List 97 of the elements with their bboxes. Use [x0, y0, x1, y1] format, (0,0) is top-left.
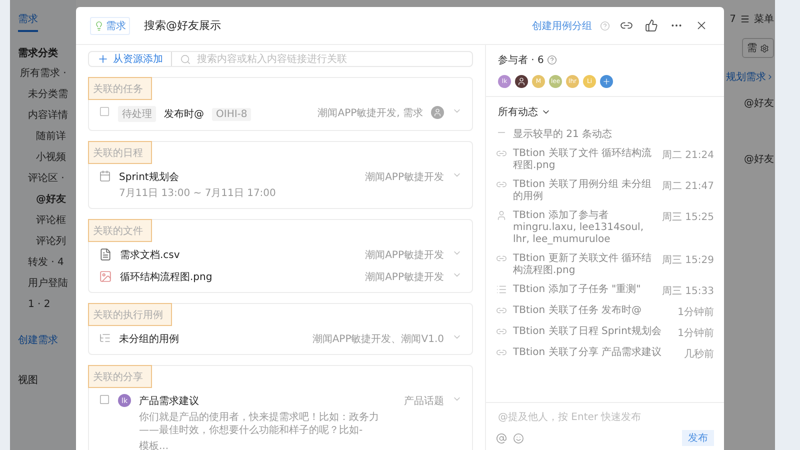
- bulb-icon: [94, 20, 104, 30]
- project-name: 潮闻APP敏捷开发, 需求: [318, 106, 423, 120]
- activity-time: 周三 15:25: [662, 211, 714, 224]
- thumbs-up-icon: [645, 19, 658, 32]
- image-icon: [99, 270, 112, 283]
- link-icon: [496, 305, 507, 316]
- activity-time: 周三 15:33: [662, 285, 714, 298]
- tree-item[interactable]: 所有需求 ·: [18, 68, 76, 80]
- plus-icon: [602, 77, 611, 86]
- activity-time: 周三 15:29: [662, 254, 714, 267]
- section-title: 关联的分享: [88, 365, 152, 388]
- link-icon: [496, 253, 507, 264]
- tree-item[interactable]: 1 · 2: [18, 299, 76, 311]
- list-icon: [99, 332, 111, 344]
- count-label: 7: [730, 14, 736, 24]
- settings-icon: [760, 44, 769, 52]
- tree-item[interactable]: 用户登陆: [18, 278, 76, 290]
- show-more-link[interactable]: 显示较早的 21 条动态: [513, 127, 612, 141]
- user-icon: [496, 210, 507, 221]
- filter-field[interactable]: 需: [742, 38, 774, 58]
- tree-item[interactable]: @好友: [18, 194, 76, 206]
- plus-icon: [97, 53, 109, 65]
- activity-text: TBtion 添加了子任务 "重测": [513, 284, 642, 296]
- checkbox-icon: [99, 106, 110, 117]
- menu-label[interactable]: 菜单: [754, 12, 774, 26]
- code-tag: OIHI-8: [212, 108, 252, 120]
- link-icon: [496, 326, 507, 337]
- add-participant-button[interactable]: [600, 75, 613, 88]
- activity-filter[interactable]: 所有动态: [486, 97, 563, 123]
- type-tag: 需求: [90, 16, 130, 34]
- tree-item[interactable]: 内容详情: [18, 110, 76, 122]
- activity-time: 1分钟前: [678, 326, 714, 340]
- add-button[interactable]: 从资源添加: [97, 52, 172, 66]
- submit-button[interactable]: 发布: [682, 430, 714, 446]
- table-cell-text: @好友: [744, 97, 774, 110]
- chevron-icon: [766, 73, 774, 81]
- activity-text: TBtion 关联了日程 Sprint规划会: [513, 326, 662, 338]
- link-icon: [496, 179, 507, 190]
- participants-label: 参与者 · 6: [498, 54, 544, 67]
- item-title[interactable]: 循环结构流程图.png: [120, 270, 212, 284]
- activity-time: 1分钟前: [678, 306, 714, 319]
- create-group-link[interactable]: 创建用例分组: [532, 18, 592, 32]
- item-title[interactable]: 产品需求建议: [139, 394, 199, 408]
- tree-item[interactable]: 转发 · 4: [18, 257, 76, 269]
- status-tag: 待处理: [118, 106, 156, 122]
- project-name: 产品话题: [404, 394, 444, 408]
- link-icon: [496, 148, 507, 159]
- user-icon: [517, 77, 526, 86]
- plan-link[interactable]: 规划需求: [726, 70, 774, 84]
- activity-time: 几秒前: [684, 348, 714, 361]
- section-title: 关联的任务: [88, 77, 152, 100]
- activity-text: TBtion 关联了任务 发布时@: [513, 305, 642, 317]
- activity-time: 周二 21:47: [662, 180, 714, 193]
- like-button[interactable]: [643, 17, 660, 34]
- tree-item[interactable]: 评论框: [18, 215, 76, 227]
- dialog-title: 搜索@好友展示: [144, 18, 222, 33]
- document-icon: [99, 248, 112, 261]
- tree-item[interactable]: 评论区 ·: [18, 173, 76, 185]
- link-icon: [496, 347, 507, 358]
- help-icon: [546, 55, 557, 65]
- section-title: 关联的日程: [88, 141, 152, 164]
- tree-item[interactable]: 未分类需: [18, 89, 76, 101]
- menu-icon: [740, 14, 750, 24]
- help-icon: [600, 20, 610, 30]
- activity-text: TBtion 添加了参与者 mingru.laxu, lee1314soul, lhr, lee_mumuruloe: [513, 210, 645, 246]
- item-title[interactable]: 未分组的用例: [119, 332, 179, 346]
- tree-item[interactable]: 小视频: [18, 152, 76, 164]
- emoji-icon: [513, 432, 524, 444]
- table-cell-text: @好友: [744, 153, 774, 166]
- activity-time: 周二 21:24: [662, 149, 714, 162]
- tab[interactable]: 需求: [18, 8, 38, 32]
- project-name: 潮闻APP敏捷开发: [365, 248, 444, 262]
- item-title[interactable]: 发布时@: [164, 107, 204, 121]
- at-icon: [496, 432, 507, 444]
- item-title[interactable]: Sprint规划会: [119, 170, 179, 184]
- avatar[interactable]: [515, 75, 528, 88]
- calendar-icon: [99, 170, 111, 182]
- section-title: 关联的文件: [88, 219, 152, 242]
- item-subtitle: 模板...: [139, 440, 170, 450]
- create-link[interactable]: 创建需求: [18, 333, 76, 347]
- item-title[interactable]: 需求文档.csv: [120, 248, 180, 262]
- item-subtitle: 你们就是产品的使用者，快来提需求吧！比如：政务力——最佳时效，你想要什么功能和样子的呢？比如-: [139, 411, 380, 437]
- sidebar-title: 需求分类: [18, 46, 59, 60]
- project-name: 潮闻APP敏捷开发、潮闻V1.0: [312, 332, 444, 346]
- activity-text: TBtion 关联了分享 产品需求建议: [513, 347, 662, 359]
- activity-text: TBtion 关联了文件 循环结构流程图.png: [513, 148, 652, 172]
- tree-item[interactable]: 评论列: [18, 236, 76, 248]
- section-title: 关联的执行用例: [88, 303, 172, 326]
- activity-text: TBtion 更新了关联文件 循环结构流程图.png: [513, 253, 652, 277]
- project-name: 潮闻APP敏捷开发: [365, 270, 444, 284]
- item-subtitle: 7月11日 13:00 ~ 7月11日 17:00: [119, 187, 277, 200]
- project-name: 潮闻APP敏捷开发: [365, 170, 444, 184]
- section-label: 视图: [18, 374, 39, 387]
- tree-item[interactable]: 随前详: [18, 131, 76, 143]
- close-icon: [695, 19, 708, 32]
- search-icon: [180, 54, 191, 64]
- activity-text: TBtion 关联了用例分组 未分组的用例: [513, 179, 652, 203]
